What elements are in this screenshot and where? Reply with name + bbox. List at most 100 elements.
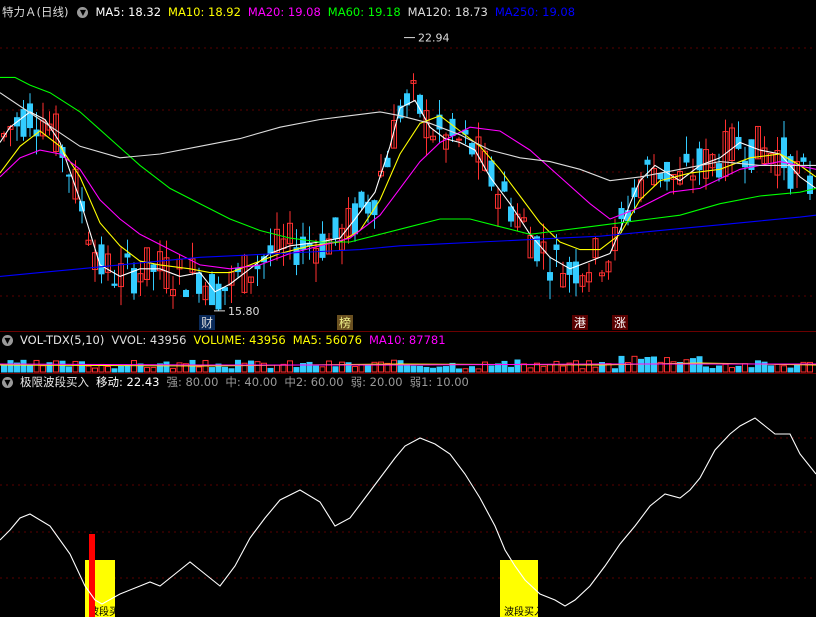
volume-bar bbox=[326, 360, 332, 373]
mid2-label: 中2: 60.00 bbox=[284, 375, 344, 389]
volume-header: ▼ VOL-TDX(5,10) VVOL: 43956 VOLUME: 4395… bbox=[0, 332, 446, 348]
volume-bar bbox=[228, 368, 235, 373]
volume-bar bbox=[683, 359, 690, 373]
volume-bar bbox=[222, 366, 228, 373]
volume-bar bbox=[638, 358, 644, 373]
mid-label: 中: 40.00 bbox=[225, 375, 278, 389]
volume-bar bbox=[176, 362, 183, 373]
volume-bar bbox=[722, 363, 729, 373]
volume-bar bbox=[72, 360, 79, 373]
vol-ma10-label: MA10: 87781 bbox=[368, 333, 446, 347]
ma-line-ma5 bbox=[0, 99, 816, 293]
volume-bar bbox=[33, 359, 40, 373]
volume-bar bbox=[150, 366, 157, 373]
candle-body bbox=[644, 159, 651, 165]
volume-bar bbox=[66, 366, 72, 373]
volume-bar bbox=[53, 360, 59, 373]
marker-label: 财 bbox=[201, 316, 213, 330]
volume-bar bbox=[20, 359, 27, 373]
volume-bar bbox=[352, 365, 358, 373]
candle-body bbox=[196, 272, 202, 294]
buy-signal-label: 波段买入 bbox=[504, 605, 544, 617]
volume-title: VOL-TDX(5,10) bbox=[20, 333, 105, 347]
volume-bar bbox=[378, 361, 384, 373]
volume-bar bbox=[592, 366, 599, 373]
volume-bar bbox=[105, 365, 111, 373]
weak-label: 弱: 20.00 bbox=[350, 375, 403, 389]
price-chart[interactable]: 22.94 15.80 财 榜 港 涨 bbox=[0, 0, 816, 335]
candle-body bbox=[683, 153, 690, 163]
volume-bar bbox=[787, 367, 794, 373]
volume-bar bbox=[1, 365, 7, 373]
volume-bar bbox=[319, 366, 326, 373]
candle-body bbox=[800, 157, 807, 162]
volume-bar bbox=[111, 368, 118, 373]
ma-line-ma10 bbox=[0, 115, 816, 274]
candle-body bbox=[332, 217, 339, 239]
volume-bar bbox=[365, 364, 371, 373]
annotation-label: 22.94 bbox=[418, 32, 450, 45]
volume-bar bbox=[404, 364, 410, 373]
volume-bar bbox=[527, 367, 534, 373]
volume-bar bbox=[742, 363, 748, 373]
volume-bar bbox=[651, 356, 657, 373]
volume-bar bbox=[495, 363, 501, 373]
volume-bar bbox=[501, 360, 508, 373]
volume-bar bbox=[540, 365, 547, 373]
move-label: 移动: 22.43 bbox=[96, 375, 160, 389]
volume-bar bbox=[7, 360, 14, 373]
volume-bar bbox=[508, 366, 514, 373]
volume-bar bbox=[579, 368, 586, 373]
volume-bar bbox=[391, 359, 397, 373]
candle-body bbox=[183, 289, 189, 298]
volume-bar bbox=[92, 367, 98, 373]
candle-body bbox=[716, 163, 722, 178]
volume-bar bbox=[612, 368, 618, 373]
volume-toggle-icon[interactable]: ▼ bbox=[2, 334, 13, 346]
candle-body bbox=[66, 174, 72, 177]
volume-bar bbox=[339, 361, 345, 373]
volume-bar bbox=[59, 360, 66, 373]
weak1-label: 弱1: 10.00 bbox=[409, 375, 469, 389]
volume-bar bbox=[488, 365, 495, 373]
volume-bar bbox=[209, 367, 215, 373]
candle-body bbox=[657, 173, 664, 180]
candle-body bbox=[358, 191, 365, 208]
strong-label: 强: 80.00 bbox=[166, 375, 219, 389]
volume-bar bbox=[774, 363, 781, 373]
volume-bar bbox=[306, 361, 313, 373]
volume-bar bbox=[443, 366, 449, 373]
candle-body bbox=[547, 272, 553, 281]
volume-chart[interactable] bbox=[0, 348, 816, 374]
volume-bar bbox=[397, 360, 404, 373]
annotation-label: 15.80 bbox=[228, 305, 260, 318]
volume-bar bbox=[254, 361, 261, 373]
candle-body bbox=[124, 253, 131, 258]
volume-bar bbox=[267, 367, 274, 373]
candle-body bbox=[254, 265, 261, 270]
volume-bar bbox=[287, 360, 293, 373]
volume-bar bbox=[690, 358, 696, 373]
volume-bar bbox=[358, 364, 365, 373]
volume-bar bbox=[40, 365, 46, 373]
red-signal-bar bbox=[89, 534, 95, 617]
volume-bar bbox=[462, 368, 469, 373]
volume-bar bbox=[469, 366, 475, 373]
vvol-label: VVOL: 43956 bbox=[111, 333, 187, 347]
volume-bar bbox=[547, 363, 553, 373]
candle-body bbox=[417, 94, 423, 114]
volume-bar bbox=[430, 367, 436, 373]
volume-bar bbox=[196, 366, 202, 373]
volume-bar bbox=[131, 360, 137, 373]
volume-bar bbox=[332, 366, 339, 373]
volume-bar bbox=[235, 359, 241, 373]
volume-bar bbox=[482, 361, 488, 373]
marker-label: 涨 bbox=[614, 315, 626, 330]
candle-body bbox=[508, 206, 514, 222]
ma-line-ma250 bbox=[0, 214, 816, 277]
volume-bar bbox=[293, 367, 300, 373]
volume-bar bbox=[748, 367, 755, 373]
indicator-toggle-icon[interactable]: ▼ bbox=[2, 376, 13, 388]
indicator-chart[interactable]: 波段买入 波段买入 bbox=[0, 390, 816, 617]
volume-label: VOLUME: 43956 bbox=[193, 333, 286, 347]
